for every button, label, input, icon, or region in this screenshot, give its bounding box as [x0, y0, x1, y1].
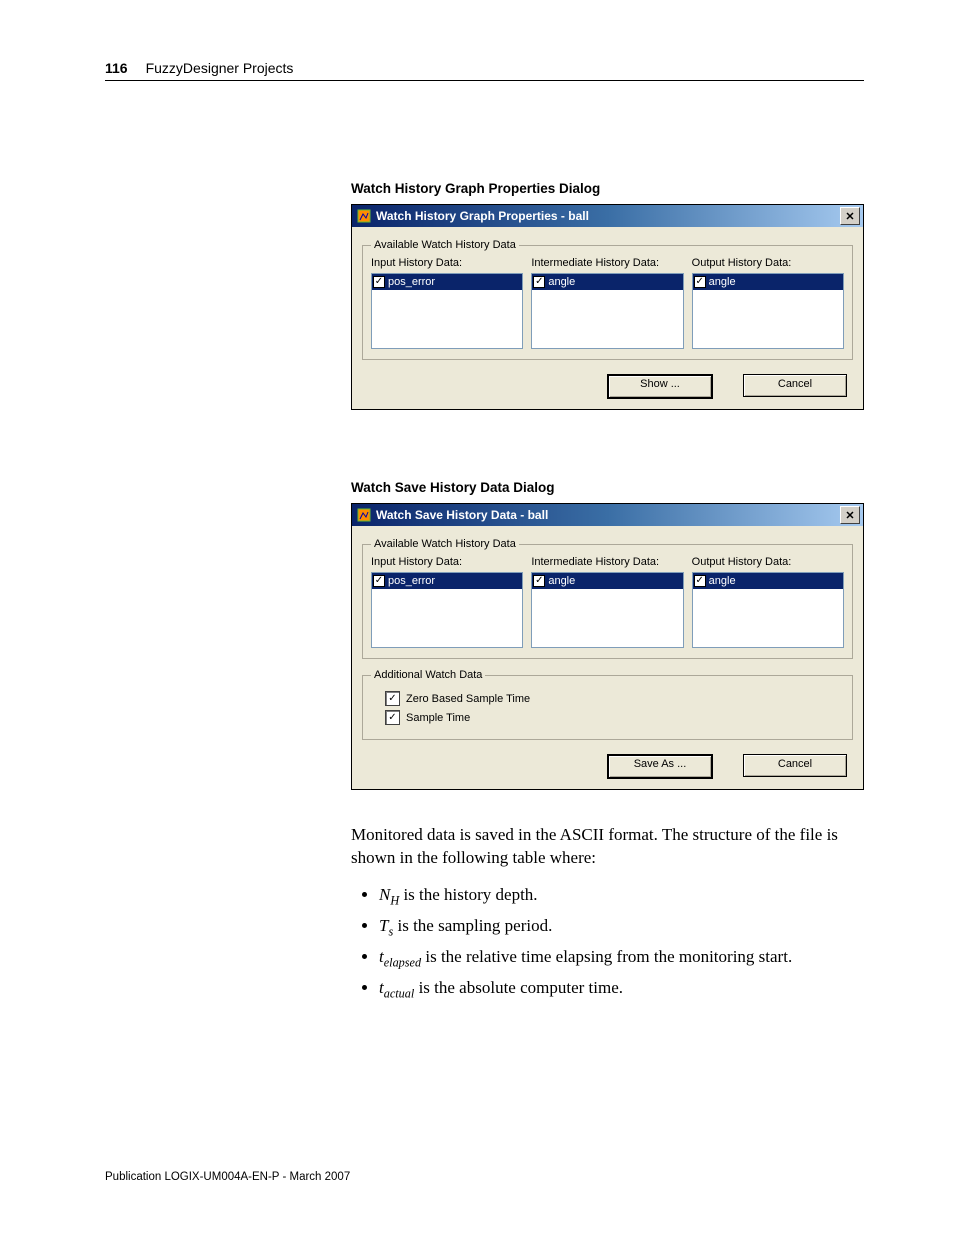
list-input-history[interactable]: ✓ pos_error	[371, 273, 523, 349]
checkbox-icon: ✓	[533, 575, 545, 587]
checkbox-icon: ✓	[373, 575, 385, 587]
footer-publication: Publication LOGIX-UM004A-EN-P - March 20…	[105, 1171, 350, 1183]
list-item[interactable]: ✓ angle	[532, 573, 682, 589]
list-item-label: angle	[548, 575, 575, 587]
label-intermediate-history: Intermediate History Data:	[531, 556, 683, 568]
bullet: telapsed is the relative time elapsing f…	[379, 946, 864, 971]
chapter-title: FuzzyDesigner Projects	[146, 60, 294, 76]
page-number: 116	[105, 60, 128, 76]
list-output-history[interactable]: ✓ angle	[692, 572, 844, 648]
dialog1-heading: Watch History Graph Properties Dialog	[351, 181, 864, 196]
list-item-label: pos_error	[388, 575, 435, 587]
app-icon	[356, 507, 372, 523]
titlebar: Watch History Graph Properties - ball ✕	[352, 205, 863, 227]
list-item-label: angle	[709, 575, 736, 587]
list-intermediate-history[interactable]: ✓ angle	[531, 273, 683, 349]
titlebar-text: Watch History Graph Properties - ball	[376, 209, 840, 223]
label-intermediate-history: Intermediate History Data:	[531, 257, 683, 269]
body-text: Monitored data is saved in the ASCII for…	[351, 824, 864, 1002]
cancel-button[interactable]: Cancel	[743, 754, 847, 777]
checkbox-icon: ✓	[694, 276, 706, 288]
bullet: NH is the history depth.	[379, 884, 864, 909]
group-label: Available Watch History Data	[371, 239, 519, 251]
checkbox-zero-based[interactable]: ✓ Zero Based Sample Time	[385, 691, 844, 706]
dialog-watch-history-graph: Watch History Graph Properties - ball ✕ …	[351, 204, 864, 410]
cancel-button[interactable]: Cancel	[743, 374, 847, 397]
close-icon[interactable]: ✕	[840, 506, 860, 524]
list-item-label: angle	[548, 276, 575, 288]
list-output-history[interactable]: ✓ angle	[692, 273, 844, 349]
checkbox-icon: ✓	[533, 276, 545, 288]
label-output-history: Output History Data:	[692, 257, 844, 269]
checkbox-icon: ✓	[385, 710, 400, 725]
list-item-label: pos_error	[388, 276, 435, 288]
list-item-label: angle	[709, 276, 736, 288]
list-item[interactable]: ✓ angle	[693, 573, 843, 589]
titlebar: Watch Save History Data - ball ✕	[352, 504, 863, 526]
group-available-history: Available Watch History Data Input Histo…	[362, 239, 853, 360]
checkbox-icon: ✓	[385, 691, 400, 706]
checkbox-icon: ✓	[373, 276, 385, 288]
bullet: Ts is the sampling period.	[379, 915, 864, 940]
list-item[interactable]: ✓ angle	[532, 274, 682, 290]
group-label: Available Watch History Data	[371, 538, 519, 550]
group-label: Additional Watch Data	[371, 669, 485, 681]
dialog-watch-save-history: Watch Save History Data - ball ✕ Availab…	[351, 503, 864, 790]
checkbox-sample-time[interactable]: ✓ Sample Time	[385, 710, 844, 725]
label-output-history: Output History Data:	[692, 556, 844, 568]
close-icon[interactable]: ✕	[840, 207, 860, 225]
save-as-button[interactable]: Save As ...	[607, 754, 713, 779]
dialog2-heading: Watch Save History Data Dialog	[351, 480, 864, 495]
list-item[interactable]: ✓ pos_error	[372, 573, 522, 589]
checkbox-label: Sample Time	[406, 712, 470, 724]
checkbox-label: Zero Based Sample Time	[406, 693, 530, 705]
titlebar-text: Watch Save History Data - ball	[376, 508, 840, 522]
list-item[interactable]: ✓ angle	[693, 274, 843, 290]
page-header: 116 FuzzyDesigner Projects	[105, 60, 864, 81]
label-input-history: Input History Data:	[371, 257, 523, 269]
checkbox-icon: ✓	[694, 575, 706, 587]
label-input-history: Input History Data:	[371, 556, 523, 568]
group-additional-watch: Additional Watch Data ✓ Zero Based Sampl…	[362, 669, 853, 740]
group-available-history: Available Watch History Data Input Histo…	[362, 538, 853, 659]
bullet: tactual is the absolute computer time.	[379, 977, 864, 1002]
show-button[interactable]: Show ...	[607, 374, 713, 399]
list-input-history[interactable]: ✓ pos_error	[371, 572, 523, 648]
app-icon	[356, 208, 372, 224]
paragraph: Monitored data is saved in the ASCII for…	[351, 824, 864, 870]
list-intermediate-history[interactable]: ✓ angle	[531, 572, 683, 648]
list-item[interactable]: ✓ pos_error	[372, 274, 522, 290]
